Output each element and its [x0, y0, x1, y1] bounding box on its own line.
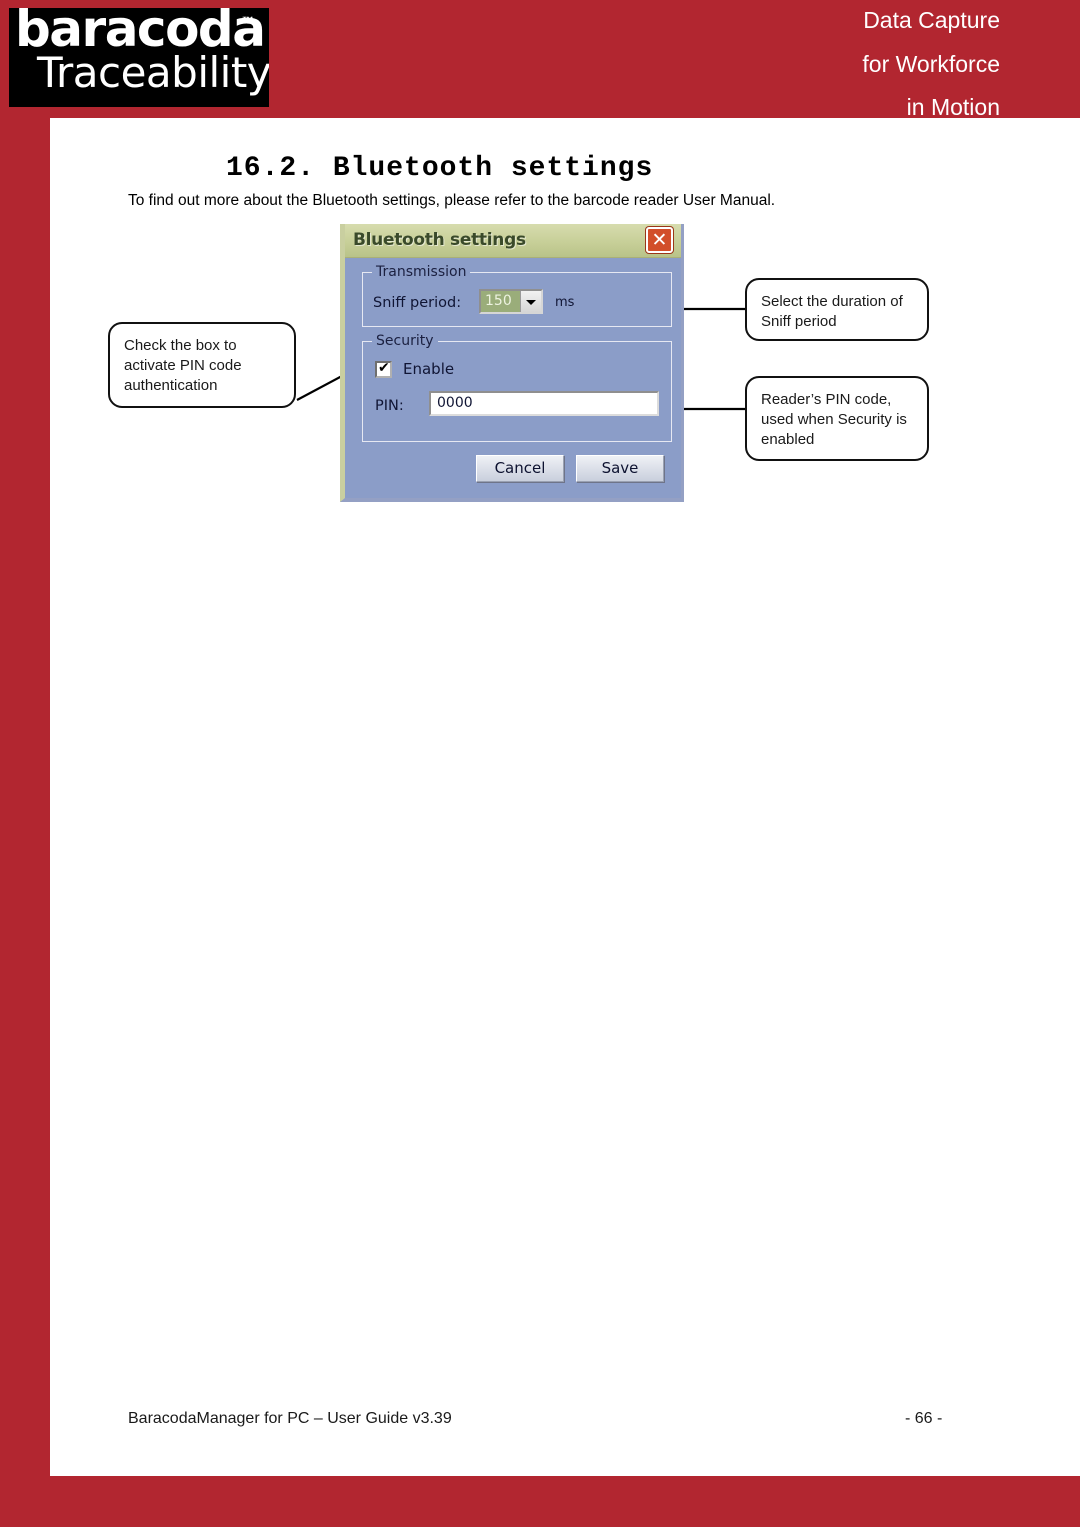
tagline-line-2: for Workforce — [862, 51, 1000, 77]
sniff-period-dropdown-button[interactable] — [520, 291, 541, 312]
intro-paragraph: To find out more about the Bluetooth set… — [128, 191, 776, 209]
security-enable-checkbox[interactable]: ✔ — [375, 359, 392, 378]
cancel-button[interactable]: Cancel — [476, 455, 564, 482]
chevron-down-icon — [526, 299, 536, 305]
baracoda-logo: baracoda ™ Traceability — [9, 8, 269, 107]
sniff-period-unit-label: ms — [555, 295, 575, 310]
footer-page-number: - 66 - — [905, 1410, 943, 1427]
footer-document-title: BaracodaManager for PC – User Guide v3.3… — [128, 1410, 452, 1427]
save-button[interactable]: Save — [576, 455, 664, 482]
logo-subbrand-text: Traceability — [37, 48, 269, 97]
dialog-titlebar[interactable]: Bluetooth settings ✕ — [345, 224, 681, 258]
page-sheet: 16.2. Bluetooth settings To find out mor… — [50, 118, 1080, 1476]
tagline-line-3: in Motion — [906, 94, 1000, 120]
security-enable-row[interactable]: ✔ Enable — [375, 360, 454, 378]
bluetooth-settings-dialog[interactable]: Bluetooth settings ✕ Transmission Sniff … — [340, 224, 684, 502]
tagline-line-1: Data Capture — [863, 7, 1000, 33]
close-icon: ✕ — [651, 229, 668, 251]
security-enable-label: Enable — [403, 360, 455, 378]
transmission-group: Transmission Sniff period: 150 ms — [362, 264, 672, 327]
transmission-legend: Transmission — [372, 264, 471, 280]
callout-pin-activate: Check the box to activate PIN code authe… — [108, 322, 296, 408]
dialog-title: Bluetooth settings — [353, 230, 526, 250]
sniff-period-dropdown[interactable]: 150 — [479, 289, 543, 314]
callout-sniff-duration: Select the duration of Sniff period — [745, 278, 929, 341]
callout-pin-code: Reader’s PIN code, used when Security is… — [745, 376, 929, 461]
close-button[interactable]: ✕ — [646, 227, 673, 253]
security-group: Security ✔ Enable PIN: 0000 — [362, 333, 672, 442]
checkmark-icon: ✔ — [378, 359, 390, 376]
pin-input[interactable]: 0000 — [429, 391, 659, 416]
sniff-period-value: 150 — [481, 291, 520, 312]
header-band: baracoda ™ Traceability Data Capture for… — [0, 0, 1080, 120]
logo-trademark-symbol: ™ — [242, 14, 254, 28]
page-title: 16.2. Bluetooth settings — [226, 152, 654, 184]
sniff-period-label: Sniff period: — [373, 295, 462, 311]
pin-label: PIN: — [375, 398, 404, 414]
security-legend: Security — [372, 333, 438, 349]
